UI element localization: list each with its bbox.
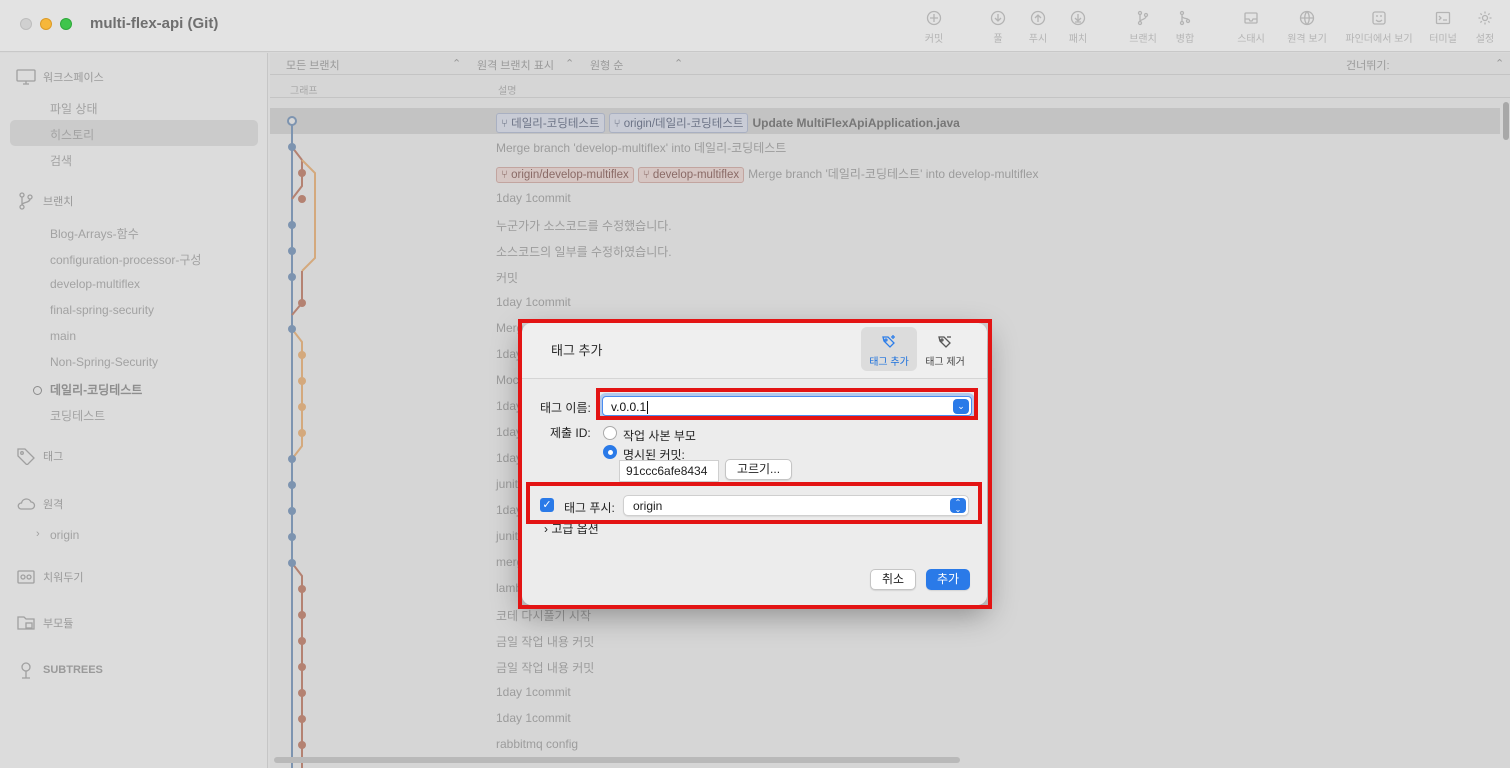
commit-message: 1day 1commit bbox=[496, 711, 571, 725]
stash-icon bbox=[1243, 10, 1259, 26]
sidebar-item-branch[interactable]: configuration-processor-구성 bbox=[50, 251, 201, 268]
description-column-header[interactable]: 설명 bbox=[498, 82, 516, 97]
branch-filter-select[interactable]: 모든 브랜치 bbox=[286, 57, 340, 73]
stash-icon bbox=[16, 568, 36, 586]
sidebar-item-file-status[interactable]: 파일 상태 bbox=[50, 100, 98, 117]
branch-tag: ⑂ 데일리-코딩테스트 bbox=[496, 113, 605, 133]
sidebar-item-branch[interactable]: 코딩테스트 bbox=[50, 407, 105, 424]
commit-message: 금일 작업 내용 커밋 bbox=[496, 635, 595, 649]
sidebar-selection-highlight bbox=[10, 120, 258, 146]
submodule-icon bbox=[16, 614, 36, 632]
sidebar-item-branch[interactable]: Blog-Arrays-함수 bbox=[50, 225, 139, 242]
window-title: multi-flex-api (Git) bbox=[90, 15, 219, 32]
commit-message: 커밋 bbox=[496, 271, 519, 285]
stash-button[interactable]: 스태시 bbox=[1226, 10, 1276, 45]
scrollbar-thumb[interactable] bbox=[1503, 102, 1509, 140]
push-icon bbox=[1030, 10, 1046, 26]
commit-message: junit bbox=[496, 477, 519, 491]
commit-message: 1day 1commit bbox=[496, 191, 571, 205]
merge-icon bbox=[1177, 10, 1193, 26]
highlight-tag-name-outline bbox=[596, 388, 978, 420]
pull-icon bbox=[990, 10, 1006, 26]
sidebar-section-branches[interactable]: 브랜치 bbox=[16, 192, 73, 210]
title-bar: multi-flex-api (Git) 커밋 풀 푸시 패치 브랜치 병합 스… bbox=[0, 0, 1510, 52]
highlight-push-tag-outline bbox=[526, 482, 982, 524]
commit-message: rabbitmq config bbox=[496, 737, 579, 751]
sidebar-section-remotes[interactable]: 원격 bbox=[16, 495, 63, 513]
commit-message: 1day 1commit bbox=[496, 685, 571, 699]
window-zoom-button[interactable] bbox=[60, 18, 72, 30]
commit-message: Merge branch 'develop-multiflex' into 데일… bbox=[496, 141, 787, 155]
window-minimize-button[interactable] bbox=[40, 18, 52, 30]
sidebar-item-branch[interactable]: final-spring-security bbox=[50, 303, 154, 317]
commit-message: 1day 1commit bbox=[496, 295, 571, 309]
cloud-icon bbox=[16, 495, 36, 513]
remote-view-icon bbox=[1299, 10, 1315, 26]
commit-message: Update MultiFlexApiApplication.java bbox=[752, 116, 960, 130]
settings-button[interactable]: 설정 bbox=[1460, 10, 1510, 45]
column-header: 그래프 설명 bbox=[270, 76, 1510, 98]
sidebar-item-history[interactable]: 히스토리 bbox=[50, 126, 94, 143]
commit-graph bbox=[287, 116, 316, 768]
horizontal-scrollbar[interactable] bbox=[274, 757, 960, 763]
sidebar-item-remote-origin[interactable]: origin bbox=[50, 528, 79, 542]
commit-message: 누군가가 소스코드를 수정했습니다. bbox=[496, 219, 672, 233]
commit-message: Moc bbox=[496, 373, 519, 387]
branch-tag: ⑂ develop-multiflex bbox=[637, 167, 745, 183]
sidebar-item-branch[interactable]: develop-multiflex bbox=[50, 277, 140, 291]
branch-tag: ⑂ origin/데일리-코딩테스트 bbox=[608, 113, 749, 133]
commit-message: 소스코드의 일부를 수정하였습니다. bbox=[496, 245, 672, 259]
sidebar-section-subtrees[interactable]: SUBTREES bbox=[16, 661, 103, 679]
vertical-scrollbar[interactable] bbox=[1500, 98, 1510, 758]
terminal-icon bbox=[1435, 10, 1451, 26]
sidebar-section-stashes[interactable]: 치워두기 bbox=[16, 568, 83, 586]
sidebar-item-search[interactable]: 검색 bbox=[50, 152, 72, 169]
window-close-button[interactable] bbox=[20, 18, 32, 30]
order-select[interactable]: 원형 순 bbox=[590, 57, 623, 73]
sidebar-item-branch[interactable]: Non-Spring-Security bbox=[50, 355, 158, 369]
highlight-dialog-outline bbox=[518, 319, 992, 609]
commit-message: junit bbox=[496, 529, 519, 543]
commit-icon bbox=[926, 10, 942, 26]
branch-icon bbox=[16, 192, 36, 210]
sidebar-section-workspace[interactable]: 워크스페이스 bbox=[16, 68, 104, 86]
sidebar-item-current-branch[interactable]: 데일리-코딩테스트 bbox=[50, 381, 142, 398]
commit-message: 금일 작업 내용 커밋 bbox=[496, 661, 595, 675]
sidebar: 워크스페이스 파일 상태 히스토리 검색 브랜치 Blog-Arrays-함수 … bbox=[0, 53, 268, 768]
commit-button[interactable]: 커밋 bbox=[909, 10, 959, 45]
chevron-updown-icon: ⌃ bbox=[565, 58, 575, 70]
filter-bar: 모든 브랜치 ⌃ 원격 브랜치 표시 ⌃ 원형 순 ⌃ 건너뛰기: ⌃ bbox=[270, 53, 1510, 75]
chevron-updown-icon: ⌃ bbox=[452, 58, 462, 70]
commit-message: Merge branch '데일리-코딩테스트' into develop-mu… bbox=[748, 167, 1039, 181]
commit-message: 코테 다시풀기 시작 bbox=[496, 609, 591, 623]
monitor-icon bbox=[16, 68, 36, 86]
merge-button[interactable]: 병합 bbox=[1160, 10, 1210, 45]
gear-icon bbox=[1477, 10, 1493, 26]
chevron-updown-icon: ⌃ bbox=[674, 58, 684, 70]
tag-icon bbox=[16, 447, 36, 466]
chevron-updown-icon[interactable]: ⌃ bbox=[1495, 57, 1504, 70]
branch-icon bbox=[1135, 10, 1151, 26]
fetch-icon bbox=[1070, 10, 1086, 26]
subtree-icon bbox=[16, 661, 36, 679]
current-branch-indicator bbox=[33, 386, 42, 395]
jump-to-label: 건너뛰기: bbox=[1346, 60, 1390, 72]
sidebar-section-tags[interactable]: 태그 bbox=[16, 447, 63, 466]
fetch-button[interactable]: 패치 bbox=[1053, 10, 1103, 45]
finder-icon bbox=[1371, 10, 1387, 26]
show-in-finder-button[interactable]: 파인더에서 보기 bbox=[1341, 10, 1417, 45]
sidebar-section-submodules[interactable]: 부모듈 bbox=[16, 614, 73, 632]
graph-column-header[interactable]: 그래프 bbox=[290, 82, 318, 97]
branch-tag: ⑂ origin/develop-multiflex bbox=[496, 167, 634, 183]
remote-filter-select[interactable]: 원격 브랜치 표시 bbox=[477, 57, 554, 73]
chevron-right-icon[interactable]: › bbox=[36, 528, 40, 540]
sidebar-item-branch[interactable]: main bbox=[50, 329, 76, 343]
remote-view-button[interactable]: 원격 보기 bbox=[1277, 10, 1337, 45]
